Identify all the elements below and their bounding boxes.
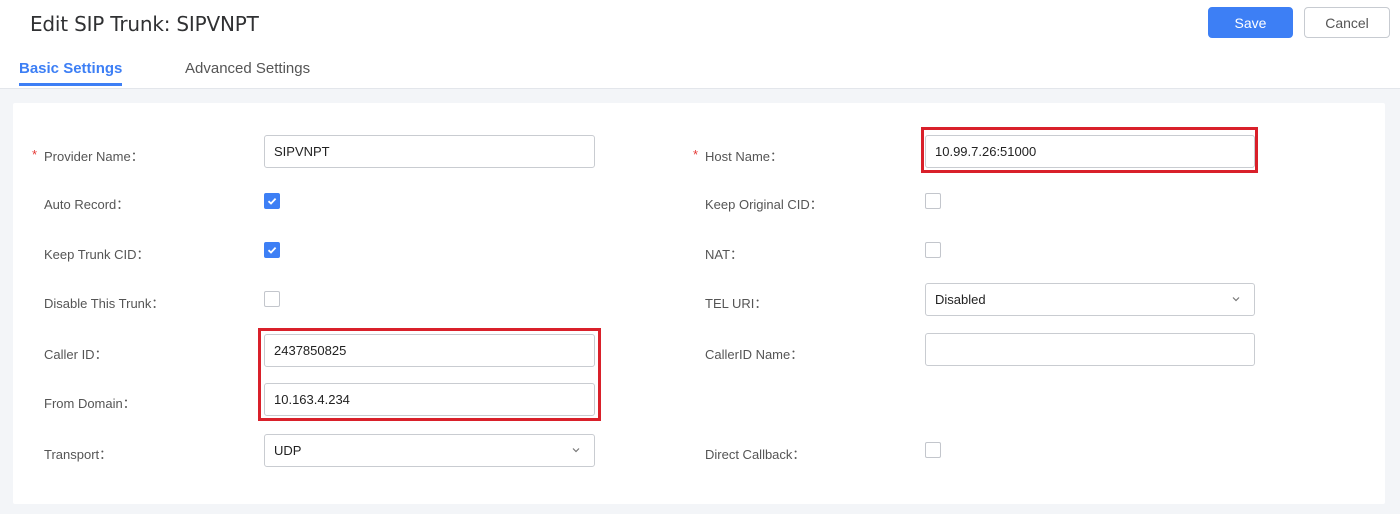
provider-name-label: * Provider Name： [32, 147, 144, 164]
nat-checkbox[interactable] [925, 242, 941, 258]
tel-uri-label: TEL URI： [705, 296, 768, 311]
tel-uri-value: Disabled [935, 292, 986, 307]
required-mark: * [693, 147, 699, 162]
auto-record-label: Auto Record： [44, 197, 130, 212]
keep-original-cid-checkbox[interactable] [925, 193, 941, 209]
auto-record-checkbox[interactable] [264, 193, 280, 209]
tel-uri-select[interactable]: Disabled [925, 283, 1255, 316]
chevron-down-icon [572, 448, 580, 453]
direct-callback-checkbox[interactable] [925, 442, 941, 458]
host-name-input[interactable]: 10.99.7.26:51000 [925, 135, 1255, 168]
checkmark-icon [267, 197, 277, 205]
page-title: Edit SIP Trunk: SIPVNPT [30, 12, 259, 36]
keep-trunk-cid-checkbox[interactable] [264, 242, 280, 258]
page-header: Edit SIP Trunk: SIPVNPT Save Cancel Basi… [0, 0, 1400, 89]
tab-advanced-settings[interactable]: Advanced Settings [185, 60, 310, 86]
checkmark-icon [267, 246, 277, 254]
callerid-name-input[interactable] [925, 333, 1255, 366]
save-button[interactable]: Save [1208, 7, 1293, 38]
tab-basic-settings[interactable]: Basic Settings [19, 60, 123, 86]
callerid-name-label: CallerID Name： [705, 347, 804, 362]
provider-name-input[interactable]: SIPVNPT [264, 135, 595, 168]
direct-callback-label: Direct Callback： [705, 447, 806, 462]
transport-select[interactable]: UDP [264, 434, 595, 467]
disable-this-trunk-label: Disable This Trunk： [44, 296, 165, 311]
keep-original-cid-label: Keep Original CID： [705, 197, 823, 212]
required-mark: * [32, 147, 38, 162]
chevron-down-icon [1232, 297, 1240, 302]
transport-label: Transport： [44, 447, 113, 462]
from-domain-label: From Domain： [44, 396, 136, 411]
keep-trunk-cid-label: Keep Trunk CID： [44, 247, 150, 262]
host-name-label: * Host Name： [693, 147, 784, 164]
disable-this-trunk-checkbox[interactable] [264, 291, 280, 307]
cancel-button[interactable]: Cancel [1304, 7, 1390, 38]
basic-settings-form: * Provider Name： SIPVNPT Auto Record： Ke… [13, 103, 1385, 504]
from-domain-input[interactable]: 10.163.4.234 [264, 383, 595, 416]
caller-id-input[interactable]: 2437850825 [264, 334, 595, 367]
nat-label: NAT： [705, 247, 744, 262]
transport-value: UDP [274, 443, 302, 458]
caller-id-label: Caller ID： [44, 347, 108, 362]
